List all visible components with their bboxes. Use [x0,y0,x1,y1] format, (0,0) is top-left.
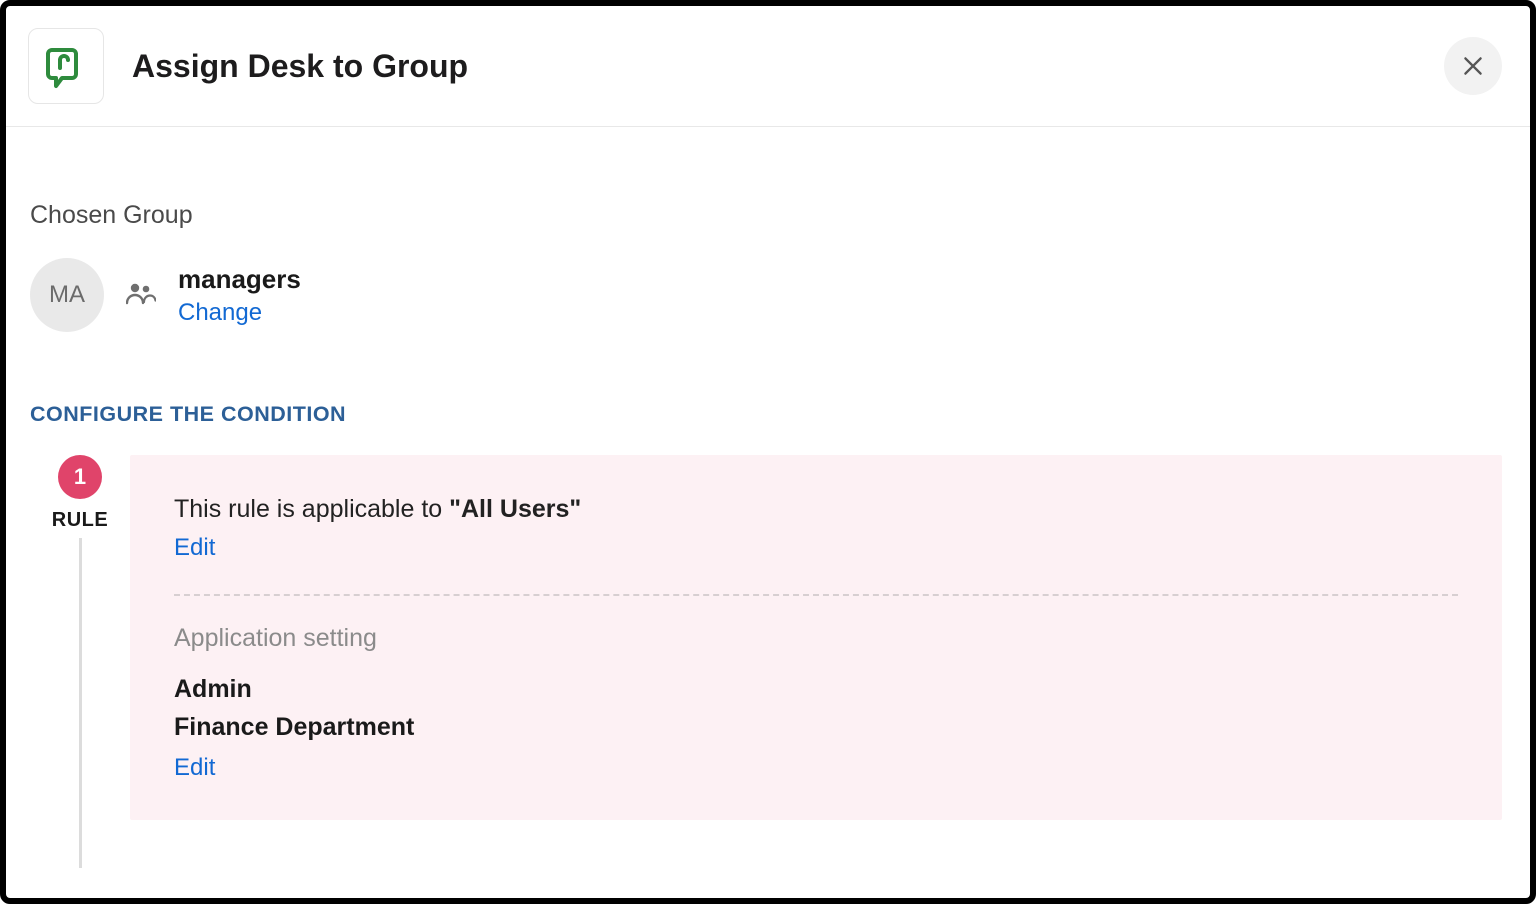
rule-area: 1 RULE This rule is applicable to "All U… [30,455,1506,868]
application-setting-value-1: Admin [174,671,1458,709]
rule-timeline-line [79,538,82,868]
rule-number-badge: 1 [58,455,102,499]
configure-condition-heading: CONFIGURE THE CONDITION [30,402,1506,427]
rule-applies-prefix: This rule is applicable to [174,495,449,523]
application-setting-value-2: Finance Department [174,709,1458,747]
change-group-link[interactable]: Change [178,299,301,327]
close-button[interactable] [1444,37,1502,95]
rule-applies-target: "All Users" [449,495,581,523]
application-setting-label: Application setting [174,624,1458,653]
modal-title: Assign Desk to Group [132,48,1444,85]
chosen-group-row: MA managers Change [30,258,1506,332]
rule-label: RULE [52,509,108,532]
modal-body: Chosen Group MA managers Change CONFIGUR [6,127,1530,868]
app-logo [28,28,104,104]
group-name: managers [178,264,301,295]
chosen-group-label: Chosen Group [30,201,1506,230]
group-avatar: MA [30,258,104,332]
desk-app-icon [42,42,90,90]
modal-header: Assign Desk to Group [6,6,1530,127]
rule-card: This rule is applicable to "All Users" E… [130,455,1502,820]
edit-rule-condition-link[interactable]: Edit [174,534,215,562]
rule-applies-text: This rule is applicable to "All Users" [174,495,1458,524]
edit-application-setting-link[interactable]: Edit [174,754,215,782]
close-icon [1460,53,1486,79]
rule-divider [174,594,1458,596]
rule-rail: 1 RULE [30,455,130,868]
modal-frame: Assign Desk to Group Chosen Group MA [0,0,1536,904]
people-icon [126,281,156,310]
